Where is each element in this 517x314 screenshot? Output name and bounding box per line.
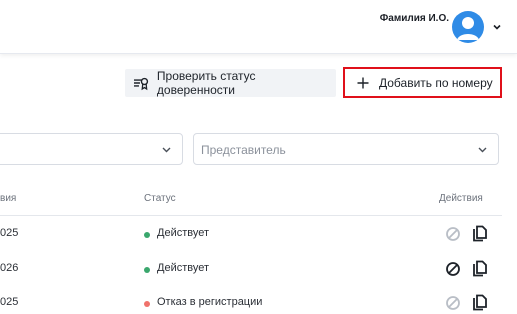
copy-icon[interactable] bbox=[472, 260, 488, 278]
block-icon[interactable] bbox=[445, 261, 461, 277]
plus-icon bbox=[357, 77, 369, 88]
row-date: 025 bbox=[0, 227, 19, 239]
row-status: Действует bbox=[157, 227, 210, 239]
column-header-status: Статус bbox=[144, 193, 176, 204]
row-status: Действует bbox=[157, 262, 210, 274]
chevron-down-icon[interactable] bbox=[492, 22, 502, 32]
representative-select[interactable]: Представитель bbox=[193, 133, 499, 165]
certificate-icon bbox=[133, 77, 149, 91]
copy-icon[interactable] bbox=[472, 225, 488, 243]
app-header: Фамилия И.О. bbox=[0, 0, 517, 54]
status-dot bbox=[144, 232, 150, 238]
user-name[interactable]: Фамилия И.О. bbox=[380, 13, 449, 24]
column-header-actions: Действия bbox=[439, 193, 483, 204]
column-header-date: вия bbox=[0, 193, 17, 204]
row-status: Отказ в регистрации bbox=[157, 296, 263, 308]
table-row: 025 Отказ в регистрации bbox=[0, 293, 517, 313]
add-by-number-button[interactable]: Добавить по номеру bbox=[343, 67, 502, 98]
status-dot bbox=[144, 301, 150, 307]
user-icon bbox=[457, 17, 479, 40]
chevron-down-icon bbox=[162, 147, 171, 153]
chevron-down-icon bbox=[478, 147, 487, 153]
user-avatar[interactable] bbox=[452, 11, 484, 43]
row-date: 026 bbox=[0, 262, 19, 274]
status-dot bbox=[144, 267, 150, 273]
check-status-label: Проверить статус доверенности bbox=[156, 69, 256, 97]
table-row: 026 Действует bbox=[0, 259, 517, 279]
filter-select[interactable] bbox=[0, 133, 183, 165]
table-divider bbox=[0, 215, 502, 216]
representative-placeholder: Представитель bbox=[201, 143, 286, 157]
row-date: 025 bbox=[0, 296, 19, 308]
copy-icon[interactable] bbox=[472, 294, 488, 312]
table-row: 025 Действует bbox=[0, 224, 517, 244]
block-icon[interactable] bbox=[445, 226, 461, 242]
block-icon[interactable] bbox=[445, 295, 461, 311]
check-status-button[interactable]: Проверить статус доверенности bbox=[125, 69, 336, 97]
add-by-number-label: Добавить по номеру bbox=[379, 75, 493, 90]
